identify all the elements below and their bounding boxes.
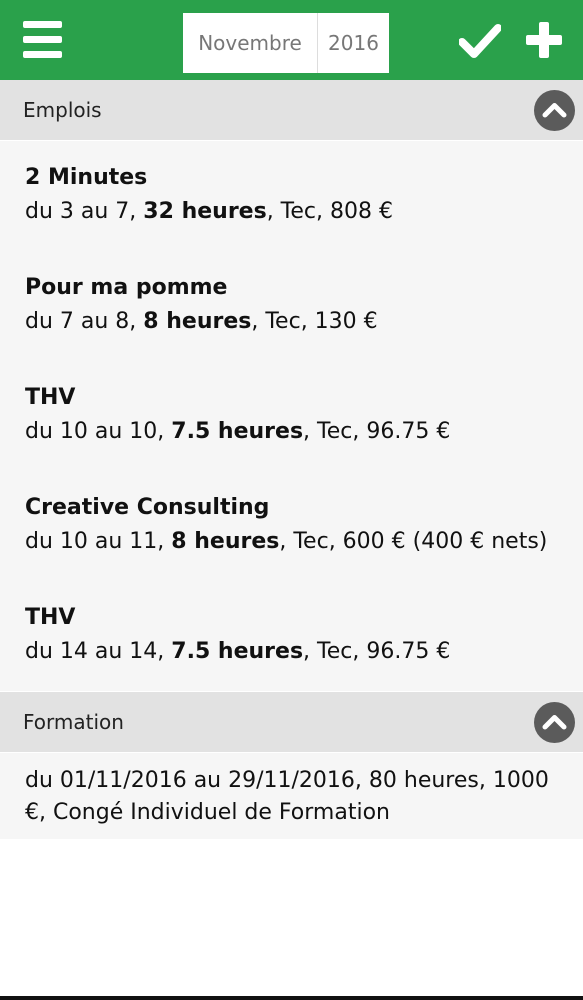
job-period: du 10 au 11, [25, 529, 172, 554]
menu-icon-line [23, 21, 62, 28]
job-list-item[interactable]: Creative Consulting du 10 au 11, 8 heure… [0, 471, 583, 581]
job-details: du 10 au 11, 8 heures, Tec, 600 € (400 €… [25, 529, 547, 554]
job-period: du 10 au 10, [25, 419, 172, 444]
section-title: Emplois [23, 98, 102, 122]
year-select[interactable]: 2016 [318, 13, 389, 73]
job-hours: 7.5 heures [171, 639, 304, 664]
job-period: du 7 au 8, [25, 309, 144, 334]
job-name: THV [25, 605, 76, 630]
job-name: Pour ma pomme [25, 275, 228, 300]
job-info: , Tec, 130 € [251, 309, 378, 334]
menu-icon-line [23, 36, 62, 43]
menu-icon[interactable] [14, 18, 70, 62]
job-name: THV [25, 385, 76, 410]
section-title: Formation [23, 710, 124, 734]
job-details: du 7 au 8, 8 heures, Tec, 130 € [25, 309, 378, 334]
job-info: , Tec, 808 € [266, 199, 393, 224]
job-period: du 3 au 7, [25, 199, 144, 224]
job-details: du 10 au 10, 7.5 heures, Tec, 96.75 € [25, 419, 450, 444]
emplois-section-header[interactable]: Emplois [0, 80, 583, 140]
formation-details: du 01/11/2016 au 29/11/2016, 80 heures, … [25, 768, 549, 825]
job-details: du 14 au 14, 7.5 heures, Tec, 96.75 € [25, 639, 450, 664]
chevron-up-icon[interactable] [534, 90, 575, 131]
job-name: Creative Consulting [25, 495, 270, 520]
job-name: 2 Minutes [25, 165, 148, 190]
job-info: , Tec, 600 € (400 € nets) [279, 529, 548, 554]
job-period: du 14 au 14, [25, 639, 172, 664]
job-hours: 7.5 heures [171, 419, 304, 444]
month-select[interactable]: Novembre [183, 13, 318, 73]
job-hours: 8 heures [143, 309, 252, 334]
formation-section-header[interactable]: Formation [0, 692, 583, 752]
job-hours: 8 heures [171, 529, 280, 554]
job-list-item[interactable]: THV du 10 au 10, 7.5 heures, Tec, 96.75 … [0, 361, 583, 471]
job-list-item[interactable]: Pour ma pomme du 7 au 8, 8 heures, Tec, … [0, 251, 583, 361]
date-selector: Novembre 2016 [183, 13, 389, 73]
job-info: , Tec, 96.75 € [303, 419, 451, 444]
bottom-edge [0, 996, 583, 1000]
formation-list-item[interactable]: du 01/11/2016 au 29/11/2016, 80 heures, … [0, 753, 583, 839]
job-info: , Tec, 96.75 € [303, 639, 451, 664]
job-details: du 3 au 7, 32 heures, Tec, 808 € [25, 199, 393, 224]
chevron-up-icon[interactable] [534, 702, 575, 743]
plus-icon[interactable] [524, 20, 564, 60]
top-bar: Novembre 2016 [0, 0, 583, 80]
check-icon[interactable] [458, 22, 502, 60]
job-hours: 32 heures [143, 199, 267, 224]
menu-icon-line [23, 51, 62, 58]
job-list-item[interactable]: 2 Minutes du 3 au 7, 32 heures, Tec, 808… [0, 141, 583, 251]
job-list-item[interactable]: THV du 14 au 14, 7.5 heures, Tec, 96.75 … [0, 581, 583, 691]
